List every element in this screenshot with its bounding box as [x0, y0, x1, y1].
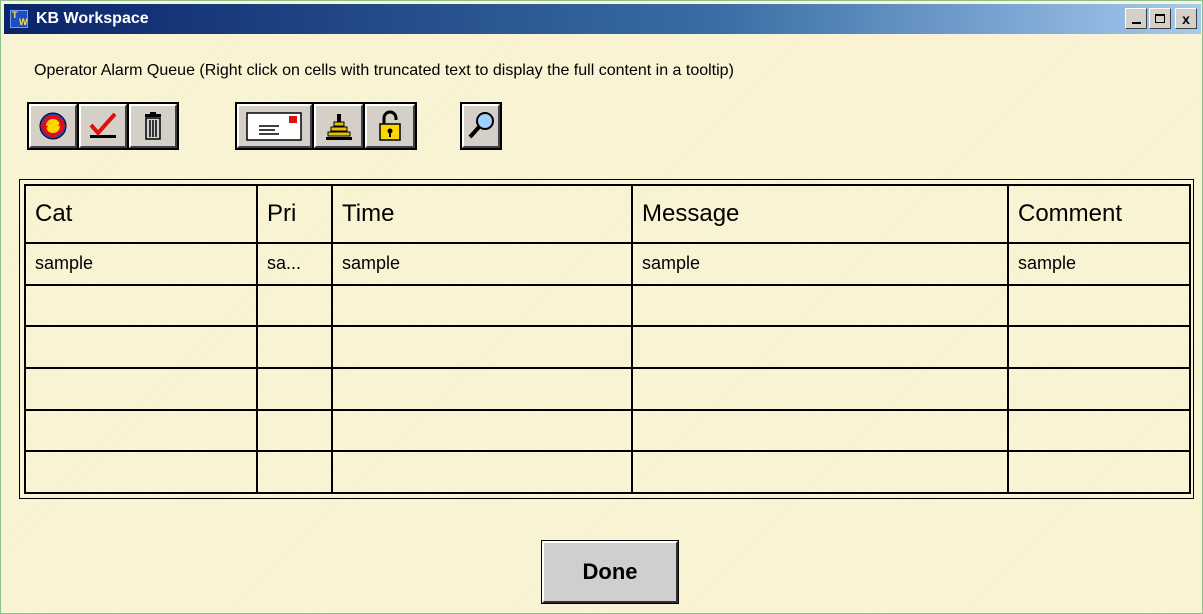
- maximize-icon: [1155, 14, 1165, 23]
- cell-time[interactable]: sample: [331, 242, 633, 286]
- cell-pri[interactable]: [256, 366, 333, 411]
- acknowledge-refresh-icon: [39, 112, 67, 140]
- message-button[interactable]: [237, 104, 312, 148]
- unlock-button[interactable]: [365, 104, 416, 148]
- cell-cat[interactable]: [24, 450, 258, 494]
- cell-time[interactable]: [331, 408, 633, 453]
- stack-button[interactable]: [313, 104, 364, 148]
- acknowledge-refresh-button[interactable]: [29, 104, 77, 148]
- cell-message[interactable]: [631, 450, 1009, 494]
- app-icon-letter-w: W: [19, 17, 28, 27]
- alarm-queue-caption: Operator Alarm Queue (Right click on cel…: [34, 62, 734, 79]
- check-sign-icon: [89, 112, 117, 138]
- column-header-cat[interactable]: Cat: [24, 184, 258, 244]
- toolbar-group-search: [460, 102, 502, 150]
- alarm-queue-table-frame: Cat Pri Time Message Comment sample sa..…: [19, 179, 1194, 499]
- table-row[interactable]: sample sa... sample sample sample: [24, 242, 1191, 286]
- table-row[interactable]: [24, 283, 1191, 328]
- mail-icon: [246, 112, 303, 141]
- kb-workspace-window: T W KB Workspace x Operator Alarm Queue …: [0, 0, 1203, 614]
- magnifier-icon: [468, 112, 494, 139]
- cell-comment[interactable]: [1007, 366, 1191, 411]
- table-header-row: Cat Pri Time Message Comment: [24, 184, 1191, 244]
- alarm-queue-table: Cat Pri Time Message Comment sample sa..…: [24, 184, 1191, 494]
- cell-message[interactable]: sample: [631, 242, 1009, 286]
- cell-pri[interactable]: [256, 283, 333, 328]
- cell-time[interactable]: [331, 283, 633, 328]
- cell-message[interactable]: [631, 283, 1009, 328]
- table-row[interactable]: [24, 450, 1191, 494]
- table-row[interactable]: [24, 408, 1191, 453]
- column-header-pri[interactable]: Pri: [256, 184, 333, 244]
- table-row[interactable]: [24, 325, 1191, 369]
- cell-message[interactable]: [631, 366, 1009, 411]
- cell-comment[interactable]: sample: [1007, 242, 1191, 286]
- maximize-button[interactable]: [1149, 8, 1171, 29]
- cell-comment[interactable]: [1007, 325, 1191, 369]
- toolbar-group-message-actions: [235, 102, 417, 150]
- column-header-time[interactable]: Time: [331, 184, 633, 244]
- cell-pri[interactable]: [256, 408, 333, 453]
- cell-comment[interactable]: [1007, 283, 1191, 328]
- find-button[interactable]: [462, 104, 500, 148]
- close-icon: x: [1182, 10, 1190, 27]
- cell-cat[interactable]: [24, 366, 258, 411]
- cell-cat[interactable]: [24, 325, 258, 369]
- window-title: KB Workspace: [36, 10, 149, 27]
- cell-pri[interactable]: sa...: [256, 242, 333, 286]
- cell-time[interactable]: [331, 325, 633, 369]
- table-row[interactable]: [24, 366, 1191, 411]
- cell-comment[interactable]: [1007, 408, 1191, 453]
- minimize-icon: [1131, 22, 1141, 24]
- cell-time[interactable]: [331, 366, 633, 411]
- cell-message[interactable]: [631, 408, 1009, 453]
- close-button[interactable]: x: [1175, 8, 1197, 29]
- minimize-button[interactable]: [1125, 8, 1147, 29]
- cell-pri[interactable]: [256, 325, 333, 369]
- cell-pri[interactable]: [256, 450, 333, 494]
- delete-button[interactable]: [129, 104, 177, 148]
- trash-icon: [145, 112, 161, 140]
- app-icon: T W: [10, 10, 28, 28]
- title-bar[interactable]: T W KB Workspace x: [4, 4, 1201, 34]
- column-header-comment[interactable]: Comment: [1007, 184, 1191, 244]
- cell-cat[interactable]: [24, 283, 258, 328]
- cell-cat[interactable]: [24, 408, 258, 453]
- stack-icon: [325, 114, 352, 140]
- cell-message[interactable]: [631, 325, 1009, 369]
- unlock-icon: [379, 110, 401, 141]
- check-sign-button[interactable]: [79, 104, 127, 148]
- app-icon-letter-t: T: [12, 10, 18, 20]
- column-header-message[interactable]: Message: [631, 184, 1009, 244]
- toolbar-group-alarm-actions: [27, 102, 179, 150]
- done-button[interactable]: Done: [541, 540, 679, 604]
- cell-comment[interactable]: [1007, 450, 1191, 494]
- cell-cat[interactable]: sample: [24, 242, 258, 286]
- cell-time[interactable]: [331, 450, 633, 494]
